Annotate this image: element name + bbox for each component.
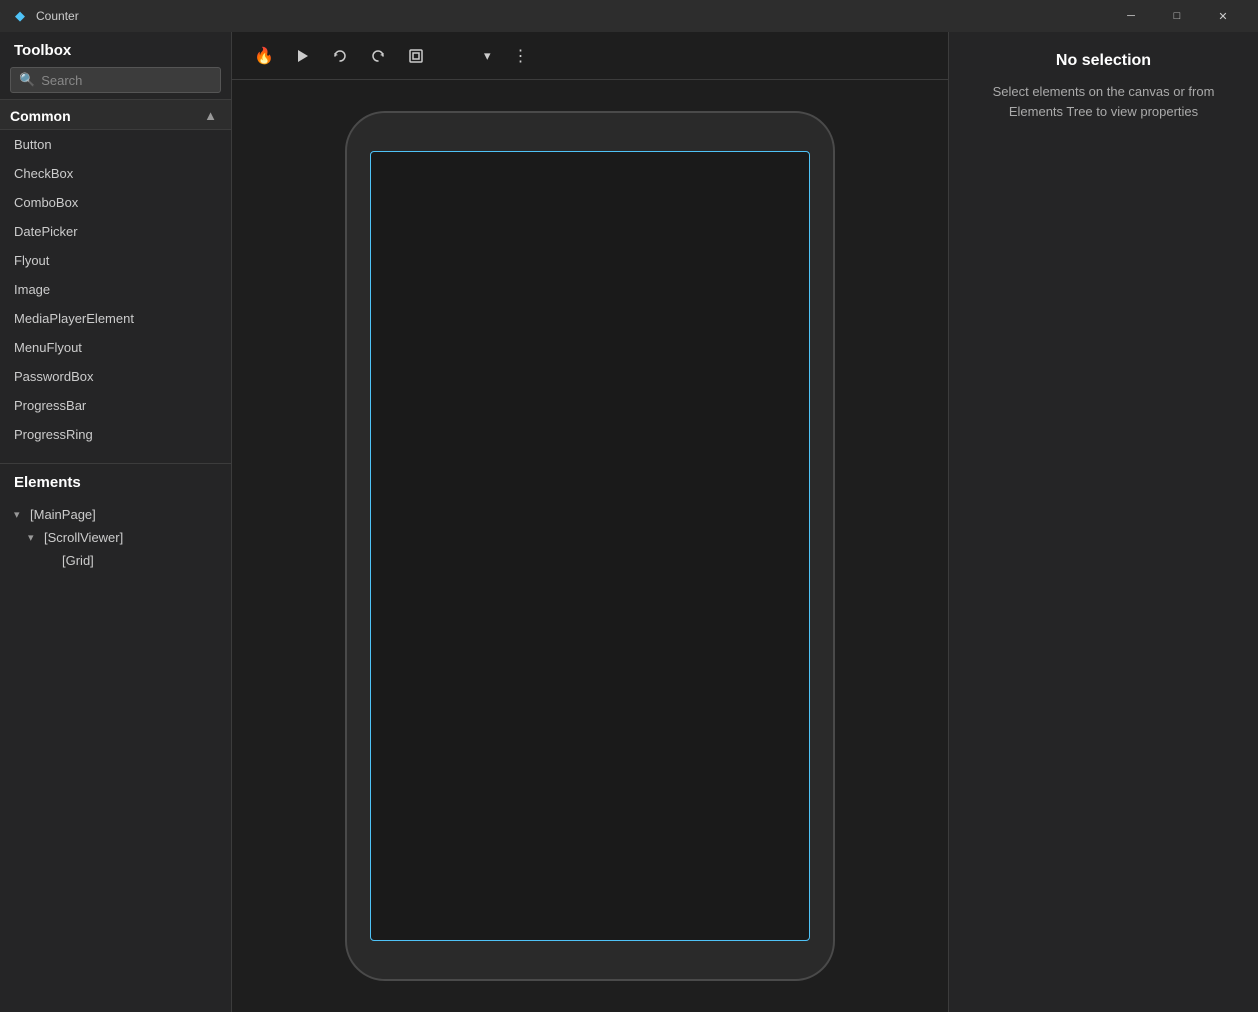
window-controls: ─ □ ✕ bbox=[1108, 0, 1246, 32]
expand-arrow-mainpage: ▾ bbox=[14, 508, 26, 521]
maximize-button[interactable]: □ bbox=[1154, 0, 1200, 32]
left-panel: Toolbox 🔍 Common ▲ Button CheckBox Combo… bbox=[0, 32, 232, 1012]
common-section-header: Common ▲ bbox=[0, 99, 231, 130]
tree-item-grid[interactable]: [Grid] bbox=[0, 549, 231, 572]
redo-button[interactable] bbox=[362, 40, 394, 72]
tree-label-scrollviewer: [ScrollViewer] bbox=[44, 530, 123, 545]
toolbox-item-progressbar[interactable]: ProgressBar bbox=[0, 391, 231, 420]
toolbox-item-menuflyout[interactable]: MenuFlyout bbox=[0, 333, 231, 362]
toolbox-item-datepicker[interactable]: DatePicker bbox=[0, 217, 231, 246]
theme-button[interactable] bbox=[438, 40, 470, 72]
device-frame bbox=[345, 111, 835, 981]
hot-reload-button[interactable]: 🔥 bbox=[248, 40, 280, 72]
elements-tree: ▾ [MainPage] ▾ [ScrollViewer] [Grid] bbox=[0, 499, 231, 1012]
toolbox-item-checkbox[interactable]: CheckBox bbox=[0, 159, 231, 188]
tree-label-grid: [Grid] bbox=[62, 553, 94, 568]
more-options-button[interactable]: ⋮ bbox=[505, 40, 537, 72]
toolbox-item-flyout[interactable]: Flyout bbox=[0, 246, 231, 275]
main-layout: Toolbox 🔍 Common ▲ Button CheckBox Combo… bbox=[0, 32, 1258, 1012]
toolbox-item-image[interactable]: Image bbox=[0, 275, 231, 304]
toolbox-item-combobox[interactable]: ComboBox bbox=[0, 188, 231, 217]
tree-item-scrollviewer[interactable]: ▾ [ScrollViewer] bbox=[0, 526, 231, 549]
device-screen[interactable] bbox=[370, 151, 810, 941]
titlebar: ◆ Counter ─ □ ✕ bbox=[0, 0, 1258, 32]
elements-section: Elements ▾ [MainPage] ▾ [ScrollViewer] [… bbox=[0, 463, 231, 1012]
toolbox-item-mediaplayerelement[interactable]: MediaPlayerElement bbox=[0, 304, 231, 333]
right-panel: No selection Select elements on the canv… bbox=[948, 32, 1258, 1012]
search-box[interactable]: 🔍 bbox=[10, 67, 221, 93]
app-title: Counter bbox=[36, 9, 79, 23]
search-icon: 🔍 bbox=[19, 72, 35, 88]
play-button[interactable] bbox=[286, 40, 318, 72]
toolbox-section: Toolbox 🔍 Common ▲ Button CheckBox Combo… bbox=[0, 32, 231, 463]
tree-item-mainpage[interactable]: ▾ [MainPage] bbox=[0, 503, 231, 526]
common-label: Common bbox=[10, 108, 71, 124]
canvas-toolbar: 🔥 bbox=[232, 32, 948, 80]
canvas-area: 🔥 bbox=[232, 32, 948, 1012]
dropdown-arrow-icon: ▾ bbox=[484, 48, 491, 64]
toolbox-header: Toolbox bbox=[0, 32, 231, 67]
toolbox-item-button[interactable]: Button bbox=[0, 130, 231, 159]
collapse-common-button[interactable]: ▲ bbox=[200, 106, 221, 125]
frame-button[interactable] bbox=[400, 40, 432, 72]
canvas-content bbox=[232, 80, 948, 1012]
minimize-button[interactable]: ─ bbox=[1108, 0, 1154, 32]
no-selection-text: Select elements on the canvas or from El… bbox=[969, 82, 1238, 121]
undo-button[interactable] bbox=[324, 40, 356, 72]
app-icon: ◆ bbox=[12, 8, 28, 24]
dropdown-button[interactable]: ▾ bbox=[476, 44, 499, 68]
toolbox-item-progressring[interactable]: ProgressRing bbox=[0, 420, 231, 449]
elements-header: Elements bbox=[0, 464, 231, 499]
toolbox-items: Button CheckBox ComboBox DatePicker Flyo… bbox=[0, 130, 231, 449]
expand-arrow-scrollviewer: ▾ bbox=[28, 531, 40, 544]
toolbox-item-passwordbox[interactable]: PasswordBox bbox=[0, 362, 231, 391]
no-selection-title: No selection bbox=[969, 52, 1238, 70]
search-input[interactable] bbox=[41, 73, 212, 88]
tree-label-mainpage: [MainPage] bbox=[30, 507, 96, 522]
close-button[interactable]: ✕ bbox=[1200, 0, 1246, 32]
